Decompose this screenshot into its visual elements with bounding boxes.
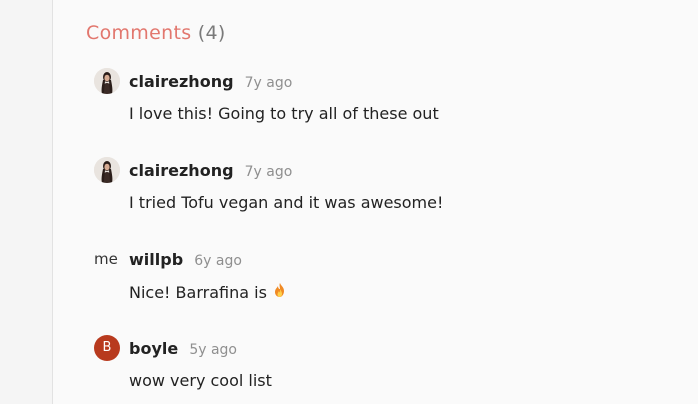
comment-meta: clairezhong 7y ago bbox=[129, 72, 292, 91]
left-sidebar bbox=[0, 0, 53, 404]
comment-item: B boyle 5y ago wow very cool list bbox=[94, 335, 698, 404]
avatar[interactable] bbox=[94, 157, 120, 183]
comment-item: clairezhong 7y ago I tried Tofu vegan an… bbox=[94, 157, 698, 237]
comment-text: I tried Tofu vegan and it was awesome! bbox=[129, 193, 444, 212]
comment-text: I love this! Going to try all of these o… bbox=[129, 104, 439, 123]
comment-text-wrap: Nice! Barrafina is bbox=[129, 282, 289, 302]
comment-time: 7y ago bbox=[244, 164, 293, 180]
comment-item: me willpb 6y ago Nice! Barrafina is bbox=[94, 246, 698, 326]
comment-meta: boyle 5y ago bbox=[129, 339, 237, 358]
comments-panel: Comments (4) clairezhong 7y ago I love t… bbox=[86, 0, 698, 404]
comment-author[interactable]: clairezhong bbox=[129, 161, 234, 180]
avatar[interactable] bbox=[94, 68, 120, 94]
avatar[interactable]: me bbox=[94, 246, 124, 272]
comment-time: 7y ago bbox=[244, 75, 293, 91]
comment-author[interactable]: boyle bbox=[129, 339, 178, 358]
comment-meta: willpb 6y ago bbox=[129, 250, 242, 269]
comments-heading: Comments (4) bbox=[86, 22, 226, 44]
comment-author[interactable]: willpb bbox=[129, 250, 183, 269]
fire-icon bbox=[271, 282, 289, 300]
comment-item: clairezhong 7y ago I love this! Going to… bbox=[94, 68, 698, 148]
comments-count: (4) bbox=[197, 22, 226, 44]
comment-author[interactable]: clairezhong bbox=[129, 72, 234, 91]
comment-text: Nice! Barrafina is bbox=[129, 283, 267, 302]
page: Comments (4) clairezhong 7y ago I love t… bbox=[0, 0, 698, 404]
comment-time: 5y ago bbox=[189, 342, 237, 358]
comment-meta: clairezhong 7y ago bbox=[129, 161, 292, 180]
comments-title: Comments bbox=[86, 22, 192, 44]
avatar[interactable]: B bbox=[94, 335, 120, 361]
comment-time: 6y ago bbox=[194, 253, 242, 269]
comment-text: wow very cool list bbox=[129, 371, 272, 390]
